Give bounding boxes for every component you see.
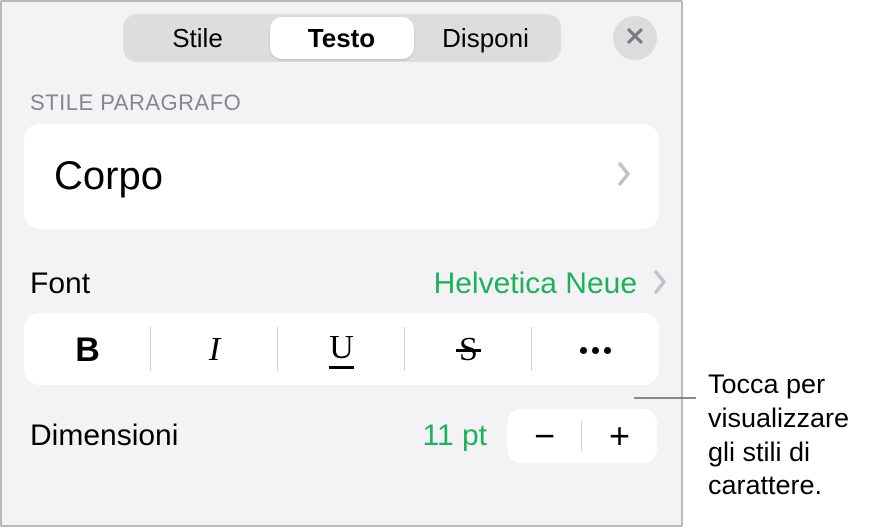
- font-row[interactable]: Font Helvetica Neue: [2, 229, 681, 313]
- italic-button[interactable]: I: [151, 313, 278, 385]
- minus-icon: −: [534, 415, 555, 457]
- format-panel: Stile Testo Disponi STILE PARAGRAFO Corp…: [0, 0, 683, 527]
- callout-line-1: Tocca per: [708, 368, 849, 402]
- strikethrough-button[interactable]: S: [405, 313, 532, 385]
- paragraph-style-card: Corpo: [24, 124, 659, 229]
- close-button[interactable]: [613, 16, 657, 60]
- paragraph-style-row[interactable]: Corpo: [24, 124, 659, 229]
- underline-icon: U: [329, 331, 354, 369]
- tab-style[interactable]: Stile: [126, 17, 270, 59]
- paragraph-style-label: STILE PARAGRAFO: [2, 72, 681, 124]
- more-icon: [580, 347, 611, 354]
- segmented-control-wrapper: Stile Testo Disponi: [2, 2, 681, 72]
- font-label: Font: [30, 267, 90, 301]
- close-icon: [625, 26, 645, 51]
- callout-leader-line: [634, 397, 696, 399]
- size-value: 11 pt: [423, 419, 488, 453]
- callout-line-3: gli stili di: [708, 436, 849, 470]
- font-value: Helvetica Neue: [434, 267, 637, 301]
- plus-icon: +: [609, 415, 630, 457]
- tab-text[interactable]: Testo: [270, 17, 414, 59]
- segmented-control: Stile Testo Disponi: [123, 14, 561, 62]
- callout-line-4: carattere.: [708, 469, 849, 503]
- size-stepper: − +: [507, 409, 657, 463]
- more-options-button[interactable]: [532, 313, 659, 385]
- paragraph-style-value: Corpo: [54, 154, 163, 199]
- bold-icon: B: [75, 333, 100, 367]
- size-row: Dimensioni 11 pt − +: [2, 385, 681, 463]
- callout-text: Tocca per visualizzare gli stili di cara…: [708, 368, 849, 503]
- underline-button[interactable]: U: [278, 313, 405, 385]
- size-increment-button[interactable]: +: [582, 409, 657, 463]
- callout-line-2: visualizzare: [708, 402, 849, 436]
- tab-arrange[interactable]: Disponi: [414, 17, 558, 59]
- chevron-right-icon: [651, 268, 669, 301]
- strikethrough-icon: S: [459, 333, 478, 367]
- size-label: Dimensioni: [30, 419, 178, 453]
- text-style-button-group: B I U S: [24, 313, 659, 385]
- size-decrement-button[interactable]: −: [507, 409, 582, 463]
- chevron-right-icon: [615, 160, 633, 193]
- italic-icon: I: [209, 333, 220, 367]
- bold-button[interactable]: B: [24, 313, 151, 385]
